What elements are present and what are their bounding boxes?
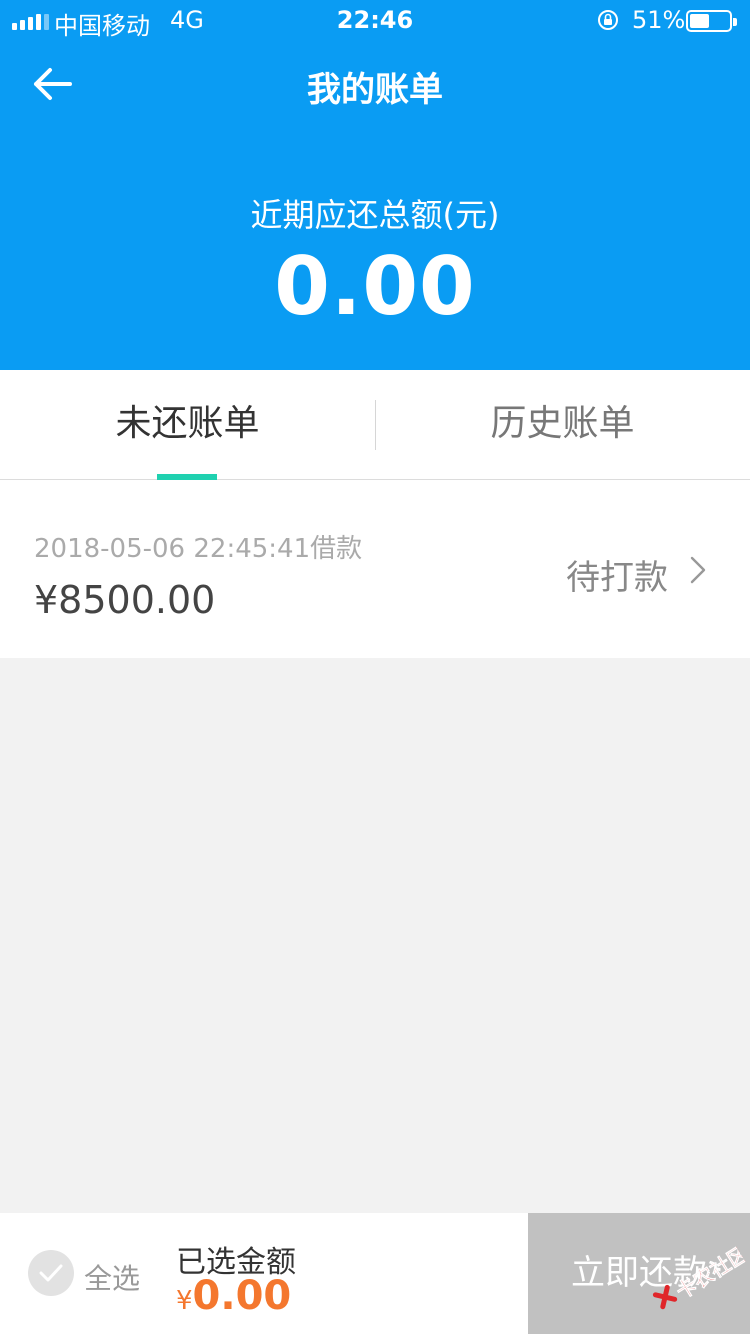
bill-amount: ¥8500.00 [34, 578, 216, 622]
battery-icon [686, 10, 737, 32]
chevron-right-icon [690, 556, 706, 584]
tab-bar: 未还账单 历史账单 [0, 370, 750, 480]
rotation-lock-icon [598, 10, 618, 30]
nav-bar: 我的账单 [0, 40, 750, 128]
select-all-checkbox[interactable] [28, 1250, 74, 1296]
summary-amount: 0.00 [274, 240, 476, 333]
select-all-label[interactable]: 全选 [84, 1257, 140, 1297]
summary-label: 近期应还总额(元) [250, 196, 500, 234]
bill-list-item[interactable]: 2018-05-06 22:45:41借款 ¥8500.00 待打款 [0, 480, 750, 658]
header: 中国移动 4G 22:46 51% 我的账单 近期应还总额(元) 0.00 [0, 0, 750, 370]
bottom-bar: 全选 已选金额 ¥0.00 立即还款 [0, 1213, 750, 1334]
status-bar: 中国移动 4G 22:46 51% [0, 0, 750, 40]
selected-amount-value: 0.00 [192, 1273, 292, 1319]
selected-amount: ¥0.00 [176, 1273, 291, 1319]
check-icon [39, 1264, 63, 1282]
battery-fill [690, 14, 709, 28]
battery-percent: 51% [632, 6, 686, 34]
bill-status: 待打款 [566, 558, 668, 598]
currency-symbol: ¥ [176, 1286, 193, 1316]
tab-unpaid-bills[interactable]: 未还账单 [0, 370, 375, 480]
tab-history-bills[interactable]: 历史账单 [375, 370, 750, 480]
bill-date: 2018-05-06 22:45:41借款 [34, 534, 363, 564]
page-title: 我的账单 [307, 70, 443, 110]
